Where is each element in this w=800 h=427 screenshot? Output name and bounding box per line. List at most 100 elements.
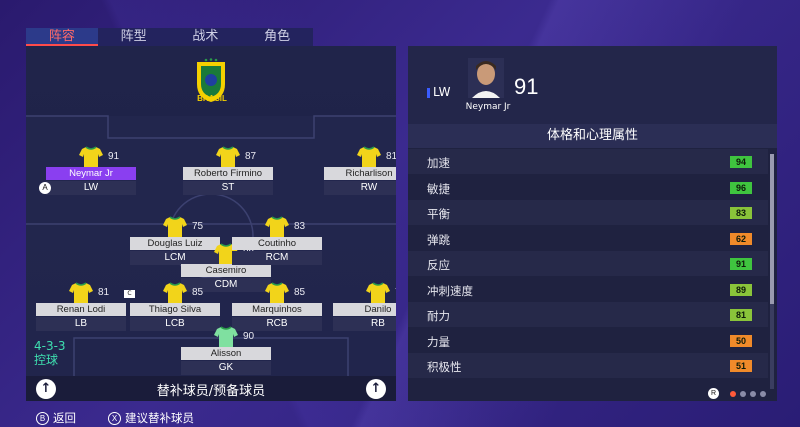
player-position: LW bbox=[46, 181, 136, 195]
player-name: Neymar Jr bbox=[465, 102, 511, 112]
player-position: RCB bbox=[232, 317, 322, 331]
attribute-name: 力量 bbox=[427, 334, 450, 349]
page-dot bbox=[760, 391, 766, 397]
player-rating: 75 bbox=[192, 221, 204, 232]
attribute-name: 平衡 bbox=[427, 207, 450, 221]
kit-icon bbox=[357, 146, 381, 168]
attribute-name: 耐力 bbox=[427, 309, 450, 323]
attribute-value: 94 bbox=[730, 156, 752, 168]
player-name: Marquinhos bbox=[232, 303, 322, 316]
attribute-row: 加速 94 bbox=[408, 149, 768, 174]
player-name: Casemiro bbox=[181, 264, 271, 277]
formation-label: 4-3-3 bbox=[34, 339, 66, 353]
player-detail-panel: LW Neymar Jr 91 体格和心理属性 加速 94 敏捷 96 平衡 83 弹跳 62… bbox=[408, 46, 777, 401]
kit-icon bbox=[216, 146, 240, 168]
scroll-thumb[interactable] bbox=[770, 154, 774, 304]
kit-icon bbox=[366, 282, 390, 304]
position-marker bbox=[427, 88, 430, 98]
player-position: GK bbox=[181, 361, 271, 375]
attribute-name: 加速 bbox=[427, 156, 450, 170]
suggest-subs-hint[interactable]: 建议替补球员 bbox=[125, 410, 194, 426]
rb-button-icon[interactable]: R bbox=[708, 388, 719, 399]
player-rating: 85 bbox=[192, 287, 204, 298]
player-name: Renan Lodi bbox=[36, 303, 126, 316]
player-position: RCM bbox=[232, 251, 322, 265]
page-dot bbox=[740, 391, 746, 397]
player-rating: 83 bbox=[294, 221, 306, 232]
player-rating: 91 bbox=[514, 74, 539, 99]
player-rating: 90 bbox=[243, 331, 255, 342]
player-name: Douglas Luiz bbox=[130, 237, 220, 250]
player-name: Alisson bbox=[181, 347, 271, 360]
attribute-row: 反应 91 bbox=[408, 251, 768, 276]
player-position: RB bbox=[333, 317, 396, 331]
formation-info: 4-3-3 控球 bbox=[34, 339, 66, 367]
player-rating: 87 bbox=[245, 151, 257, 162]
attribute-name: 反应 bbox=[427, 258, 450, 272]
attribute-name: 敏捷 bbox=[427, 181, 450, 196]
player-position: LB bbox=[36, 317, 126, 331]
player-name: Thiago Silva bbox=[130, 303, 220, 316]
attribute-value: 51 bbox=[730, 360, 752, 372]
attribute-value: 89 bbox=[730, 283, 752, 296]
player-avatar-icon bbox=[468, 58, 504, 98]
captain-armband-icon: C bbox=[124, 290, 135, 298]
page-dot bbox=[750, 391, 756, 397]
attribute-row: 耐力 81 bbox=[408, 302, 768, 327]
attribute-name: 积极性 bbox=[427, 360, 462, 374]
kit-icon bbox=[265, 282, 289, 304]
pitch: BRASIL 91 Neymar Jr LW A 87 Roberto Firmino ST… bbox=[26, 46, 396, 401]
attribute-row: 平衡 83 bbox=[408, 200, 768, 225]
attribute-value: 81 bbox=[730, 309, 752, 321]
attribute-value: 83 bbox=[730, 207, 752, 219]
tab-lineup[interactable]: 阵容 bbox=[26, 28, 98, 46]
attribute-value: 91 bbox=[730, 258, 752, 270]
footer-hints: B 返回 X 建议替补球员 bbox=[36, 410, 194, 426]
player-position: ST bbox=[183, 181, 273, 195]
kit-icon bbox=[265, 216, 289, 238]
x-button-icon: X bbox=[108, 411, 121, 425]
subs-label: 替补球员/预备球员 bbox=[156, 384, 266, 399]
player-name: Danilo bbox=[333, 303, 396, 316]
kit-icon bbox=[79, 146, 103, 168]
attribute-value: 62 bbox=[730, 232, 752, 245]
player-rating: 79 bbox=[395, 287, 396, 298]
attribute-name: 弹跳 bbox=[427, 232, 450, 247]
player-position: LCB bbox=[130, 317, 220, 331]
attribute-row: 积极性 51 bbox=[408, 353, 768, 378]
player-rating: 85 bbox=[294, 287, 306, 298]
player-header: LW Neymar Jr 91 bbox=[408, 46, 777, 124]
attribute-value: 96 bbox=[730, 181, 752, 194]
tab-roles[interactable]: 角色 bbox=[241, 28, 313, 46]
kit-icon bbox=[163, 216, 187, 238]
back-hint[interactable]: 返回 bbox=[53, 410, 76, 426]
attribute-row: 力量 50 bbox=[408, 328, 768, 353]
player-rating: 91 bbox=[108, 151, 120, 162]
player-name: Richarlison bbox=[324, 167, 396, 180]
attribute-row: 弹跳 62 bbox=[408, 226, 768, 251]
attribute-row: 冲刺速度 89 bbox=[408, 277, 768, 302]
player-rating: 81 bbox=[386, 151, 396, 162]
player-position: RW bbox=[324, 181, 396, 195]
player-name: Coutinho bbox=[232, 237, 322, 250]
player-position: LW bbox=[433, 85, 451, 99]
tab-formation[interactable]: 阵型 bbox=[98, 28, 170, 46]
player-position: LCM bbox=[130, 251, 220, 265]
scrollbar[interactable] bbox=[770, 154, 774, 389]
attribute-row: 敏捷 96 bbox=[408, 175, 768, 200]
kit-icon bbox=[163, 282, 187, 304]
arrow-up-icon[interactable]: ↑ bbox=[366, 379, 386, 399]
kit-icon bbox=[69, 282, 93, 304]
mentality-label: 控球 bbox=[34, 353, 59, 367]
subs-bar[interactable]: ↑ 替补球员/预备球员 ↑ bbox=[26, 376, 396, 401]
attribute-name: 冲刺速度 bbox=[427, 283, 473, 298]
gk-kit-icon bbox=[214, 326, 238, 348]
player-rating: 81 bbox=[98, 287, 110, 298]
tab-tactics[interactable]: 战术 bbox=[170, 28, 242, 46]
attribute-value: 50 bbox=[730, 334, 752, 347]
section-title: 体格和心理属性 bbox=[408, 124, 777, 148]
a-button-icon: A bbox=[39, 182, 51, 194]
page-dot-active bbox=[730, 391, 736, 397]
player-name: Roberto Firmino bbox=[183, 167, 273, 180]
tab-bar: 阵容 阵型 战术 角色 bbox=[26, 28, 313, 46]
